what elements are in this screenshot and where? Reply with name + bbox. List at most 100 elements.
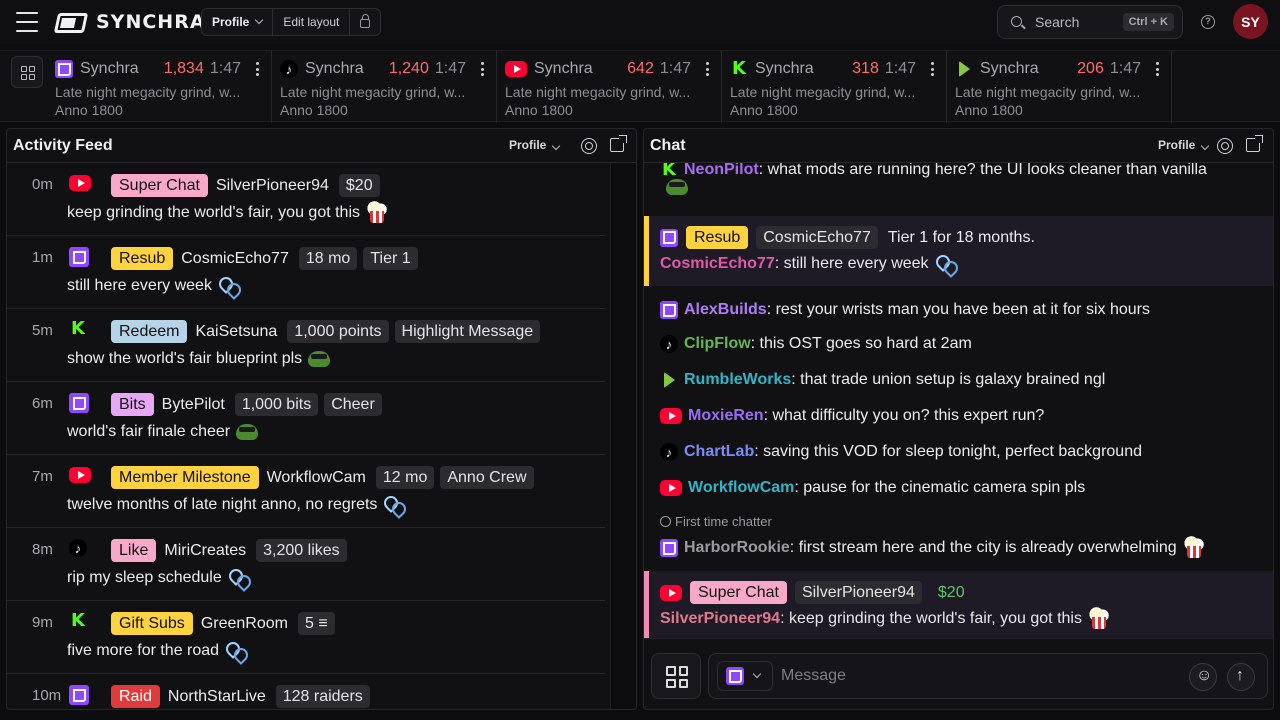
chat-username[interactable]: NeonPilot bbox=[684, 163, 759, 179]
chat-username[interactable]: RumbleWorks bbox=[684, 371, 791, 389]
activity-username[interactable]: NorthStarLive bbox=[168, 688, 266, 706]
stream-uptime: 1:47 bbox=[209, 60, 241, 77]
activity-item[interactable]: 5m Redeem KaiSetsuna 1,000 pointsHighlight … bbox=[7, 309, 629, 382]
activity-username[interactable]: KaiSetsuna bbox=[195, 323, 277, 341]
chat-username[interactable]: WorkflowCam bbox=[688, 479, 794, 497]
app-name: SYNCHRA bbox=[96, 11, 206, 33]
rumble-icon bbox=[955, 60, 973, 78]
search-input[interactable]: Search Ctrl + K bbox=[997, 5, 1183, 39]
event-detail-pill: Tier 1 bbox=[363, 247, 418, 270]
event-detail-pill: 128 raiders bbox=[275, 685, 370, 708]
stream-card[interactable]: Synchra 1,834 1:47 Late night megacity grin… bbox=[47, 51, 272, 123]
kebab-icon[interactable] bbox=[480, 62, 484, 76]
viewer-count: 642 bbox=[627, 60, 654, 77]
activity-item[interactable]: 1m Resub CosmicEcho77 18 mo Tier 1 still here… bbox=[7, 236, 629, 309]
send-icon[interactable] bbox=[1227, 663, 1255, 691]
youtube-icon bbox=[660, 408, 682, 424]
activity-message: keep grinding the world's fair, you got … bbox=[67, 201, 390, 225]
activity-username[interactable]: SilverPioneer94 bbox=[216, 177, 329, 195]
stream-strip: Synchra 1,834 1:47 Late night megacity grin… bbox=[0, 50, 1280, 123]
top-bar: SYNCHRA Profile Edit layout Search Ctrl … bbox=[0, 0, 1280, 44]
gear-icon[interactable] bbox=[1217, 138, 1233, 154]
stream-channel-name: Synchra bbox=[755, 60, 814, 77]
lock-icon bbox=[360, 14, 371, 28]
youtube-icon bbox=[505, 61, 527, 77]
apps-button[interactable] bbox=[651, 653, 701, 699]
search-shortcut: Ctrl + K bbox=[1122, 13, 1174, 31]
activity-message: five more for the road bbox=[67, 639, 249, 663]
activity-item[interactable]: 7m Member Milestone WorkflowCam 12 mo Anno C… bbox=[7, 455, 629, 528]
popout-icon[interactable] bbox=[610, 135, 627, 152]
stream-card[interactable]: Synchra 1,240 1:47 Late night megacity grin… bbox=[272, 51, 497, 123]
youtube-icon bbox=[69, 467, 91, 483]
event-type-badge: Like bbox=[111, 539, 157, 562]
chat-username[interactable]: SilverPioneer94 bbox=[660, 610, 780, 628]
chat-message: MoxieRen: what difficulty you on? this e… bbox=[660, 407, 1044, 425]
activity-item[interactable]: 8m Like MiriCreates 3,200 likes rip my sleep… bbox=[7, 528, 629, 601]
chat-message: ChartLab: saving this VOD for sleep toni… bbox=[660, 443, 1142, 461]
stream-uptime: 1:47 bbox=[1109, 60, 1141, 77]
twitch-icon bbox=[660, 228, 678, 247]
platform-selector[interactable] bbox=[717, 661, 773, 691]
stream-game: Anno 1800 bbox=[955, 102, 1023, 118]
edit-layout-button[interactable]: Edit layout bbox=[273, 9, 351, 35]
activity-username[interactable]: BytePilot bbox=[162, 396, 225, 414]
help-icon[interactable]: ? bbox=[1201, 15, 1215, 29]
message-input[interactable]: Message bbox=[708, 653, 1268, 699]
grid-icon bbox=[21, 66, 35, 80]
activity-username[interactable]: MiriCreates bbox=[164, 542, 246, 560]
menu-icon[interactable] bbox=[16, 12, 38, 32]
chat-message-text: : still here every week bbox=[774, 255, 929, 272]
activity-profile-dropdown[interactable]: Profile bbox=[509, 138, 561, 152]
activity-item[interactable]: 0m Super Chat SilverPioneer94 $20 keep grind… bbox=[7, 163, 629, 236]
stream-card[interactable]: Synchra 206 1:47 Late night megacity grind,… bbox=[947, 51, 1172, 123]
highlight-extra: $20 bbox=[937, 583, 965, 601]
chat-message-text: : that trade union setup is galaxy brain… bbox=[791, 371, 1106, 388]
avatar[interactable]: SY bbox=[1233, 4, 1268, 39]
activity-message-text: show the world's fair blueprint pls bbox=[67, 350, 303, 367]
activity-username[interactable]: WorkflowCam bbox=[267, 469, 366, 487]
activity-time: 1m bbox=[32, 249, 53, 266]
kebab-icon[interactable] bbox=[1155, 62, 1159, 76]
chat-username[interactable]: HarborRookie bbox=[684, 539, 790, 557]
stream-card[interactable]: Synchra 642 1:47 Late night megacity grind,… bbox=[497, 51, 722, 123]
event-detail-pill: 1,000 points bbox=[287, 320, 389, 343]
popout-icon[interactable] bbox=[1246, 135, 1263, 152]
logo-icon bbox=[53, 10, 89, 34]
activity-message-text: twelve months of late night anno, no reg… bbox=[67, 496, 378, 513]
activity-message-text: keep grinding the world's fair, you got … bbox=[67, 204, 360, 221]
chat-username[interactable]: ClipFlow bbox=[684, 335, 751, 353]
chat-username[interactable]: ChartLab bbox=[684, 443, 754, 461]
profile-dropdown[interactable]: Profile bbox=[202, 9, 274, 35]
activity-item[interactable]: 6m Bits BytePilot 1,000 bits Cheer world's fa… bbox=[7, 382, 629, 455]
chat-profile-dropdown[interactable]: Profile bbox=[1158, 138, 1210, 152]
streams-grid-button[interactable] bbox=[11, 56, 43, 88]
emoji-icon[interactable] bbox=[1189, 663, 1217, 691]
kebab-icon[interactable] bbox=[705, 62, 709, 76]
app-logo[interactable]: SYNCHRA bbox=[53, 10, 206, 34]
activity-message-text: still here every week bbox=[67, 277, 212, 294]
activity-username[interactable]: GreenRoom bbox=[201, 615, 288, 633]
chat-username[interactable]: AlexBuilds bbox=[684, 301, 767, 319]
chevron-down-icon bbox=[752, 669, 762, 679]
event-type-badge: Bits bbox=[111, 393, 154, 416]
gear-icon[interactable] bbox=[581, 138, 597, 154]
twitch-icon bbox=[660, 301, 678, 319]
stream-card[interactable]: Synchra 318 1:47 Late night megacity grind,… bbox=[722, 51, 947, 123]
kebab-icon[interactable] bbox=[930, 62, 934, 76]
event-type-badge: Resub bbox=[686, 226, 749, 249]
layout-controls: Profile Edit layout bbox=[201, 8, 382, 36]
feed-scroll-gutter[interactable] bbox=[610, 163, 636, 709]
kebab-icon[interactable] bbox=[255, 62, 259, 76]
activity-username[interactable]: CosmicEcho77 bbox=[181, 250, 289, 268]
platform-icon-wrap bbox=[69, 685, 89, 705]
activity-item[interactable]: 9m Gift Subs GreenRoom 5 ≡ five more for the… bbox=[7, 601, 629, 674]
stream-uptime: 1:47 bbox=[659, 60, 691, 77]
highlight-header: Super Chat SilverPioneer94 $20 bbox=[660, 581, 975, 604]
activity-item[interactable]: 10mRaidNorthStarLive128 raiders⋯ bbox=[7, 674, 629, 709]
chat-message-text: : saving this VOD for sleep tonight, per… bbox=[754, 443, 1142, 460]
lock-layout-button[interactable] bbox=[350, 9, 380, 35]
tiktok-icon bbox=[660, 443, 678, 461]
chat-username[interactable]: CosmicEcho77 bbox=[660, 255, 775, 273]
chat-username[interactable]: MoxieRen bbox=[688, 407, 764, 425]
